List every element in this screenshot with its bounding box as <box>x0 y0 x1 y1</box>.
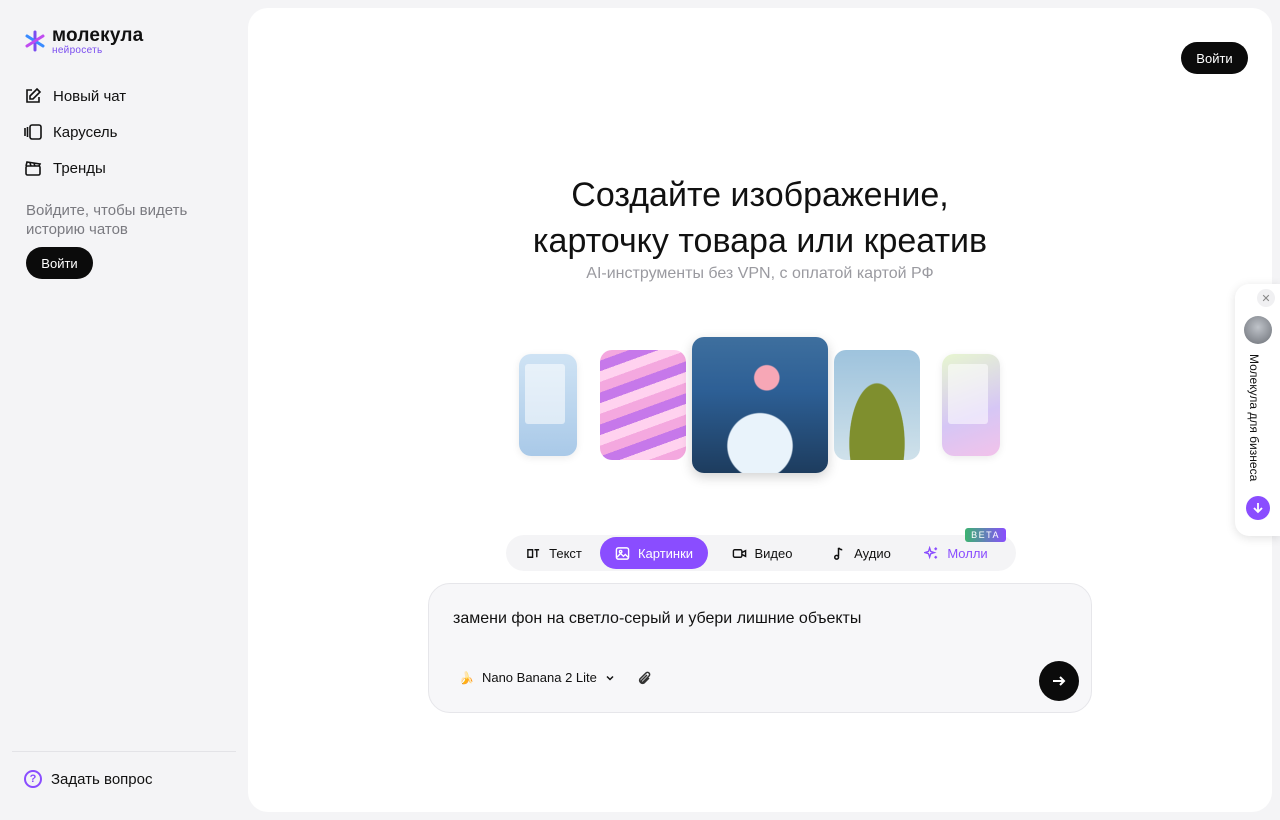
carousel-icon <box>24 124 42 140</box>
prompt-box: замени фон на светло-серый и убери лишни… <box>428 583 1092 713</box>
example-image[interactable] <box>600 350 686 460</box>
logo[interactable]: молекула нейросеть <box>24 26 143 56</box>
model-name: Nano Banana 2 Lite <box>481 670 597 685</box>
example-image[interactable] <box>692 337 828 473</box>
sidebar-item-label: Новый чат <box>53 87 127 105</box>
edit-icon <box>26 87 42 103</box>
hero-title-line-2: карточку товара или креатив <box>532 222 988 260</box>
tab-label: Текст <box>549 545 582 561</box>
image-icon <box>615 546 630 560</box>
sidebar-login-button[interactable]: Войти <box>26 247 93 279</box>
close-icon[interactable]: ✕ <box>1257 289 1275 307</box>
logo-title: молекула <box>52 25 144 46</box>
sidebar-item-trends[interactable]: Тренды <box>24 150 126 186</box>
video-icon <box>732 548 746 558</box>
arrow-right-icon <box>1053 676 1066 686</box>
sidebar-item-carousel[interactable]: Карусель <box>24 114 126 150</box>
music-note-icon <box>834 546 843 560</box>
clapperboard-icon <box>25 161 42 176</box>
text-icon <box>527 548 540 558</box>
example-image[interactable] <box>834 350 920 460</box>
tab-video[interactable]: Видео <box>708 537 816 569</box>
sidebar-item-label: Тренды <box>53 159 106 177</box>
sidebar: молекула нейросеть Новый чат Карусель Тр… <box>0 0 248 820</box>
example-image[interactable] <box>942 354 1000 456</box>
business-widget[interactable]: ✕ Молекула для бизнеса <box>1235 284 1280 536</box>
tab-images[interactable]: Картинки <box>600 537 708 569</box>
example-image[interactable] <box>519 354 577 456</box>
send-button[interactable] <box>1039 661 1079 701</box>
main-panel: Войти Создайте изображение, карточку тов… <box>248 8 1272 812</box>
tab-molly[interactable]: Молли BETA <box>906 528 1006 569</box>
beta-badge: BETA <box>965 528 1006 542</box>
sparkles-icon <box>924 545 938 559</box>
sidebar-item-label: Карусель <box>53 123 118 141</box>
hero-title-line-1: Создайте изображение, <box>571 176 949 214</box>
tab-label: Аудио <box>854 545 891 561</box>
tab-label: Молли <box>947 545 988 561</box>
prompt-input[interactable]: замени фон на светло-серый и убери лишни… <box>453 610 861 628</box>
model-selector[interactable]: 🍌 Nano Banana 2 Lite <box>459 670 615 685</box>
logo-mark-icon <box>25 30 45 52</box>
help-icon: ? <box>24 770 42 788</box>
logo-subtitle: нейросеть <box>52 45 103 56</box>
sidebar-nav: Новый чат Карусель Тренды <box>24 78 126 186</box>
tab-label: Картинки <box>637 545 694 561</box>
chevron-down-icon <box>606 675 614 681</box>
banana-icon: 🍌 <box>459 670 474 685</box>
sidebar-divider <box>12 751 236 752</box>
tab-label: Видео <box>754 545 793 561</box>
paperclip-icon[interactable] <box>637 671 653 687</box>
hero-title: Создайте изображение, карточку товара ил… <box>248 172 1272 264</box>
hero-subtitle: AI-инструменты без VPN, с оплатой картой… <box>586 265 934 282</box>
header-login-button[interactable]: Войти <box>1181 42 1248 74</box>
mode-tabs: Текст Картинки Видео Аудио Молли BETA <box>506 528 1016 571</box>
ask-question-label: Задать вопрос <box>51 770 153 788</box>
arrow-down-icon[interactable] <box>1246 496 1270 520</box>
business-avatar <box>1244 316 1272 344</box>
sidebar-item-new-chat[interactable]: Новый чат <box>24 78 126 114</box>
tab-text[interactable]: Текст <box>508 537 600 569</box>
example-gallery <box>248 336 1272 476</box>
login-hint: Войдите, чтобы видеть историю чатов <box>26 202 188 238</box>
ask-question-button[interactable]: ? Задать вопрос <box>24 770 152 788</box>
business-widget-label: Молекула для бизнеса <box>1247 354 1261 482</box>
tab-audio[interactable]: Аудио <box>816 537 906 569</box>
